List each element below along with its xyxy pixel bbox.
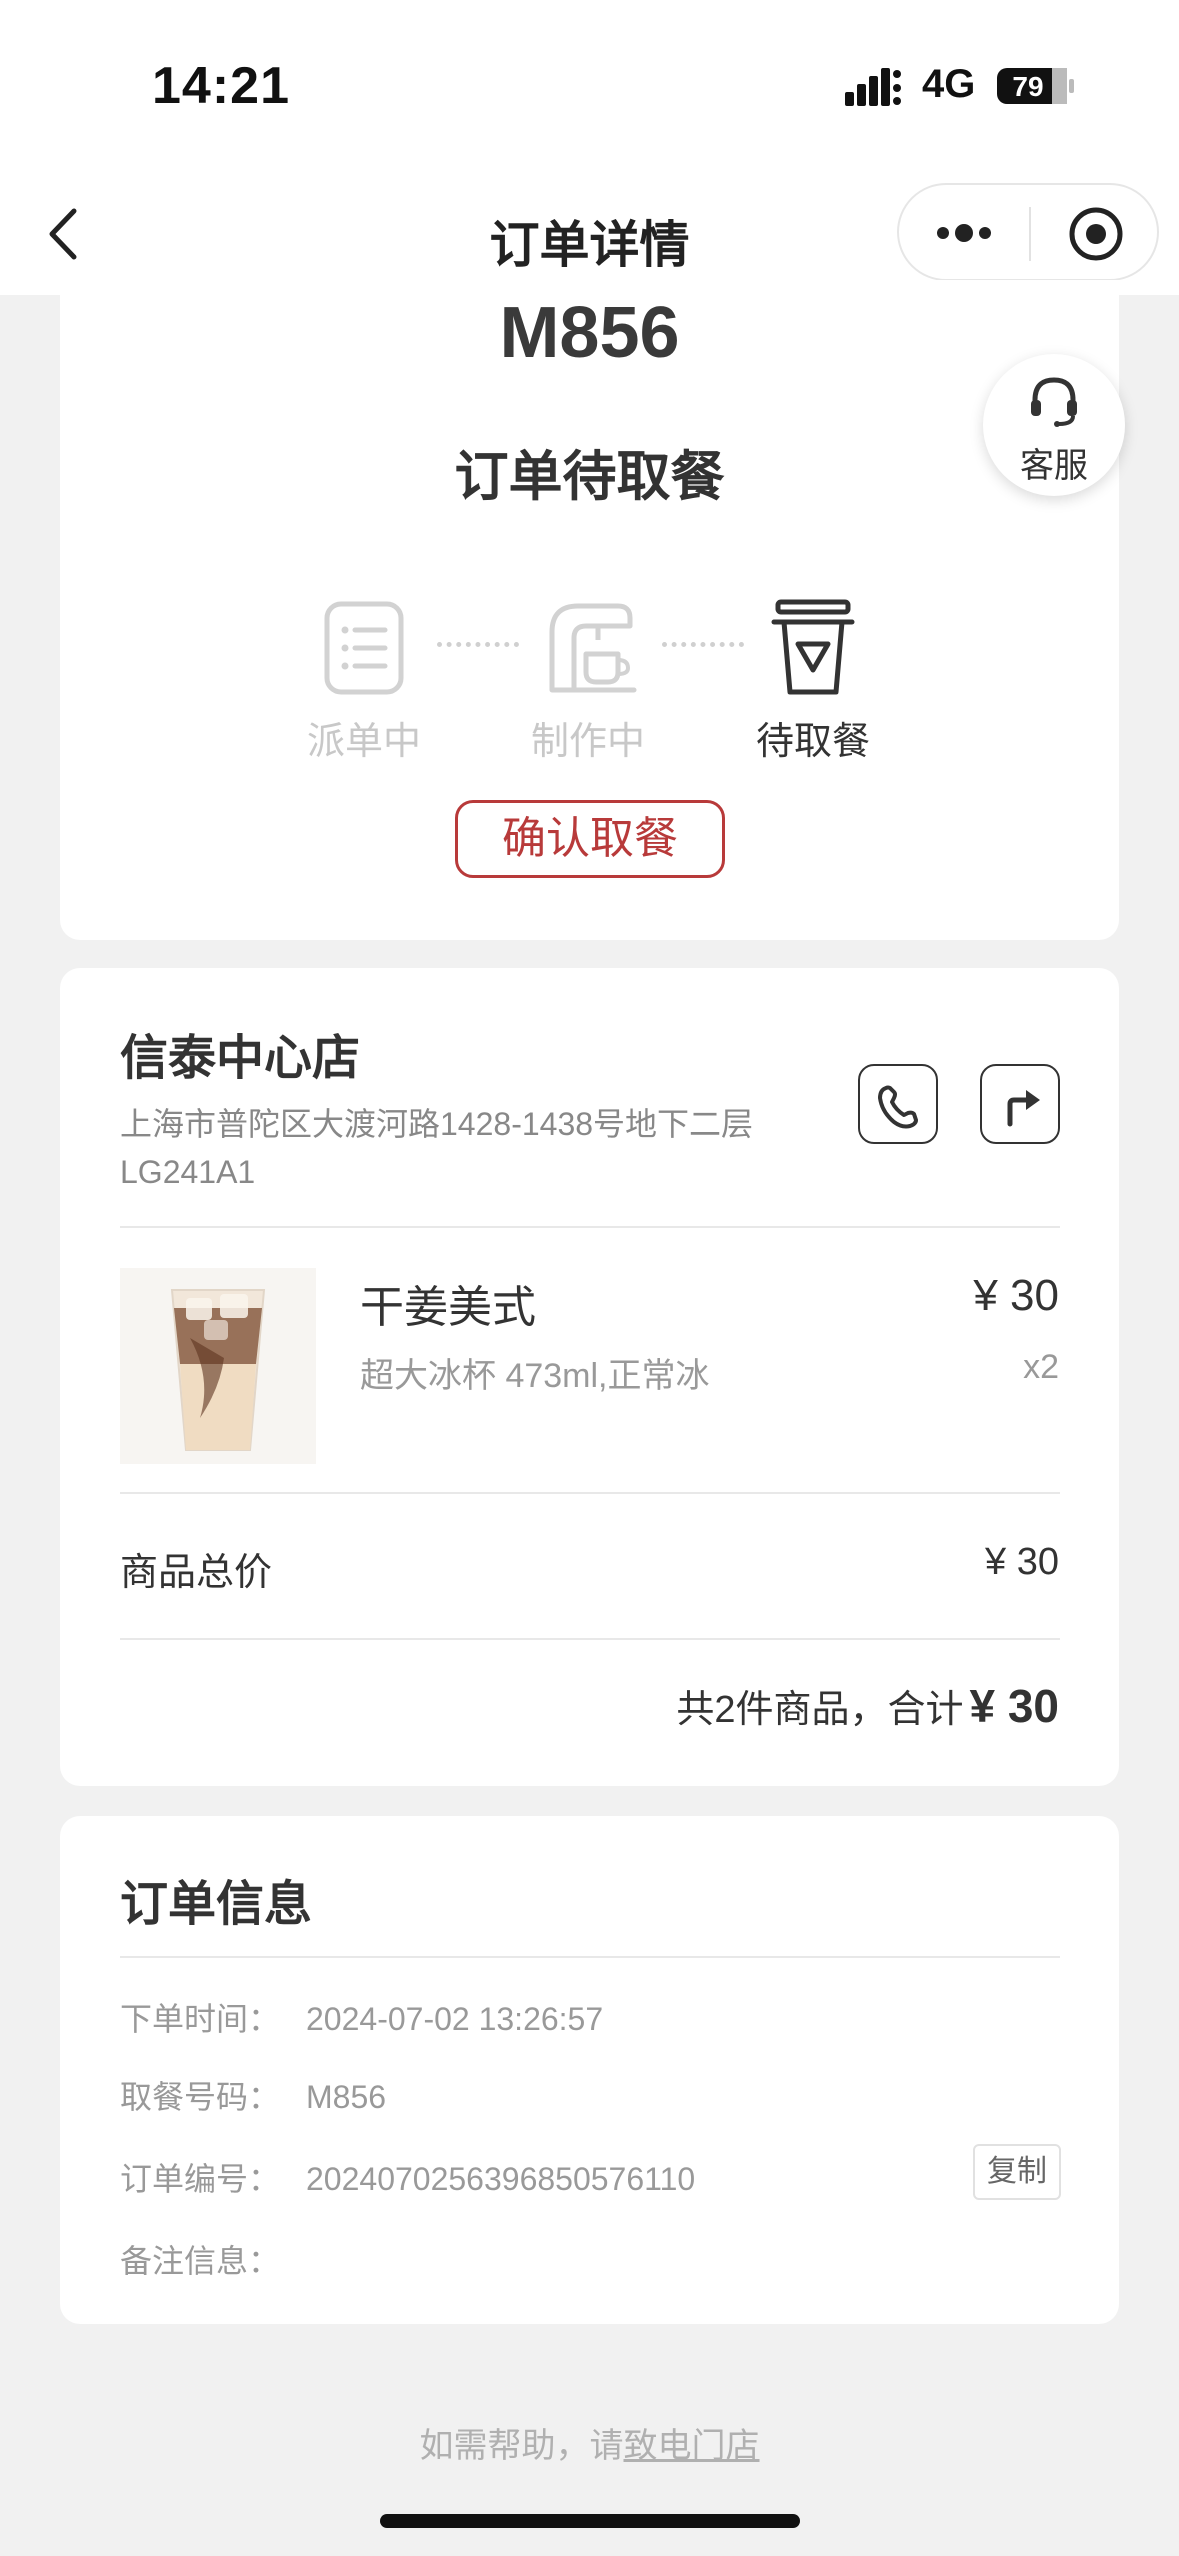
order-info-card: 订单信息 下单时间： 2024-07-02 13:26:57 取餐号码： M856 …	[60, 1816, 1119, 2324]
confirm-pickup-button[interactable]: 确认取餐	[455, 800, 725, 878]
pickup-code: M856	[499, 293, 680, 373]
help-prefix: 如需帮助，请	[419, 2427, 624, 2465]
step-label: 派单中	[306, 721, 421, 763]
total-value: ¥ 30	[969, 1680, 1059, 1732]
battery-icon: 79	[997, 68, 1074, 104]
mini-program-capsule	[897, 183, 1159, 281]
step-making: 制作中	[508, 598, 668, 765]
info-key: 备注信息：	[120, 2243, 281, 2279]
product-price: ¥ 30	[973, 1271, 1059, 1320]
total-line: 共2件商品，合计 ¥ 30	[676, 1678, 1059, 1733]
order-status-card: M856 订单待取餐 派单中 制作中 待取餐 确认取餐	[60, 280, 1119, 940]
nav-bar: 订单详情	[0, 175, 1179, 295]
info-row-remarks: 备注信息：	[120, 2236, 306, 2282]
step-label: 待取餐	[755, 721, 870, 763]
coffee-machine-icon	[549, 603, 637, 693]
product-image	[120, 1268, 316, 1464]
call-store-link[interactable]: 致电门店	[624, 2427, 760, 2465]
iced-coffee-illustration	[170, 1289, 266, 1451]
call-store-button[interactable]	[858, 1064, 938, 1144]
divider	[120, 1638, 1060, 1640]
store-card: 信泰中心店 上海市普陀区大渡河路1428-1438号地下二层LG241A1 干姜…	[60, 968, 1119, 1786]
status-time: 14:21	[152, 57, 290, 115]
info-value: 20240702563968505761​10	[306, 2161, 696, 2197]
signal-icon	[845, 68, 901, 106]
battery-level: 79	[1012, 71, 1043, 102]
cup-icon	[771, 599, 855, 695]
order-state: 订单待取餐	[454, 447, 725, 507]
info-key: 订单编号：	[120, 2161, 281, 2197]
capsule-divider	[1029, 207, 1031, 261]
store-name: 信泰中心店	[120, 1032, 361, 1085]
divider	[120, 1956, 1060, 1958]
subtotal-label: 商品总价	[120, 1552, 273, 1594]
network-type: 4G	[922, 62, 976, 106]
total-prefix: 共2件商品，合计	[676, 1689, 964, 1731]
customer-service-button[interactable]: 客服	[983, 354, 1125, 496]
step-ready: 待取餐	[733, 598, 893, 765]
info-row-order-time: 下单时间： 2024-07-02 13:26:57	[120, 1994, 603, 2040]
step-connector	[437, 642, 519, 648]
product-spec: 超大冰杯 473ml,正常冰	[360, 1357, 710, 1395]
help-line: 如需帮助，请致电门店	[0, 2418, 1179, 2467]
order-info-title: 订单信息	[120, 1878, 313, 1931]
step-label: 制作中	[530, 721, 645, 763]
info-row-pickup-code: 取餐号码： M856	[120, 2072, 386, 2118]
more-icon[interactable]	[933, 213, 995, 253]
divider	[120, 1226, 1060, 1228]
route-icon	[1007, 1090, 1040, 1127]
step-dispatching: 派单中	[284, 598, 444, 765]
info-value: 2024-07-02 13:26:57	[306, 2001, 604, 2037]
navigate-button[interactable]	[980, 1064, 1060, 1144]
product-name: 干姜美式	[360, 1283, 536, 1332]
info-row-order-number: 订单编号： 20240702563968505761​10	[120, 2154, 695, 2200]
close-target-icon[interactable]	[1067, 205, 1125, 263]
headset-icon	[1031, 377, 1077, 427]
info-key: 取餐号码：	[120, 2079, 281, 2115]
status-bar: 14:21 4G 79	[0, 0, 1179, 175]
customer-service-label: 客服	[1020, 447, 1088, 485]
clipboard-icon	[324, 601, 404, 695]
phone-icon	[878, 1085, 918, 1129]
product-quantity: x2	[1023, 1348, 1059, 1386]
home-indicator[interactable]	[380, 2514, 800, 2528]
step-connector	[662, 642, 744, 648]
copy-order-number-button[interactable]: 复制	[973, 2144, 1061, 2200]
store-address: 上海市普陀区大渡河路1428-1438号地下二层LG241A1	[120, 1106, 754, 1190]
subtotal-value: ¥ 30	[985, 1541, 1059, 1583]
info-value: M856	[306, 2079, 387, 2115]
info-key: 下单时间：	[120, 2001, 281, 2037]
divider	[120, 1492, 1060, 1494]
